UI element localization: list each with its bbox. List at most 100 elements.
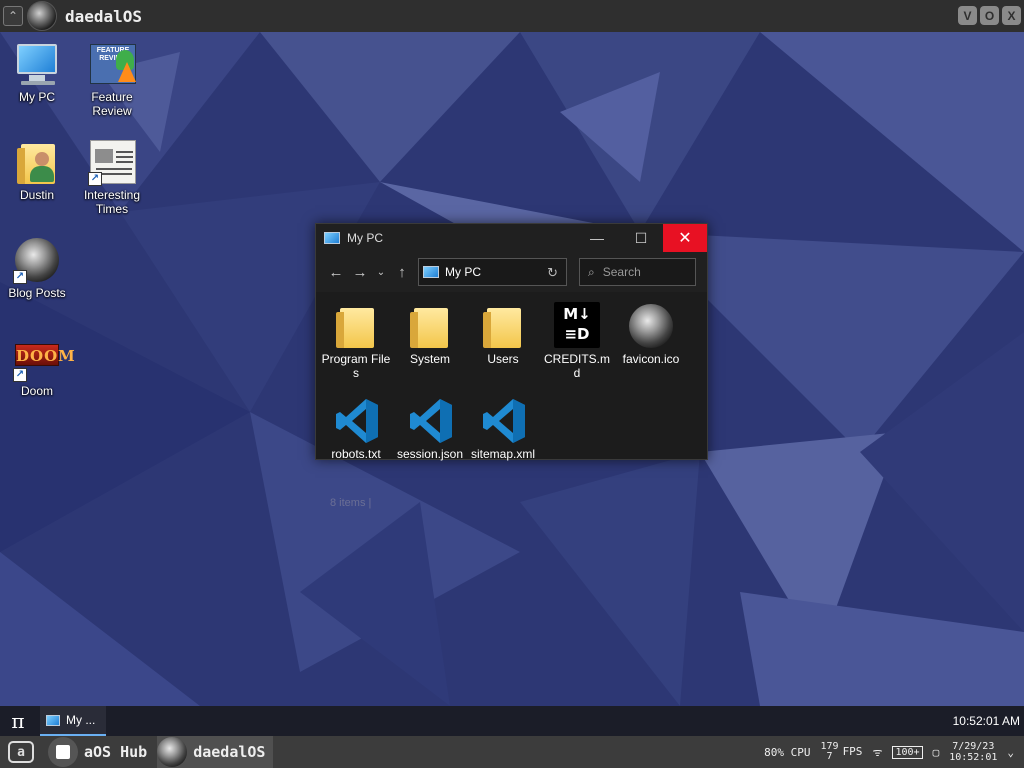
window-controls: — ☐ ✕: [575, 224, 707, 252]
file-item-users[interactable]: Users: [467, 302, 539, 366]
host-tray: 80% CPU 179 7 FPS ᯤ 100+ ▢ 7/29/23 10:52…: [764, 736, 1024, 768]
file-explorer-window[interactable]: My PC — ☐ ✕ ← → ⌄ ↑ My PC ↻ ⌕ Search Pro…: [315, 223, 708, 461]
shortcut-arrow-icon: ↗: [13, 270, 27, 284]
desktop-icon-label: Feature Review: [91, 90, 133, 118]
host-time: 10:52:01: [949, 752, 998, 763]
file-item-robots[interactable]: robots.txt: [320, 397, 392, 461]
brain-icon: ↗: [13, 236, 61, 284]
maximize-button[interactable]: ☐: [619, 224, 663, 252]
desktop-icon-label: Dustin: [19, 188, 54, 202]
address-bar[interactable]: My PC ↻: [418, 258, 567, 286]
folder-icon: [406, 302, 454, 350]
desktop-icon-label: Doom: [20, 384, 53, 398]
host-title: daedalOS: [65, 6, 143, 26]
host-bottom-bar: a aOS Hub daedalOS 80% CPU 179 7 FPS ᯤ 1…: [0, 736, 1024, 768]
newspaper-thumbnail-icon: ↗: [88, 138, 136, 186]
file-name: System: [409, 352, 450, 366]
aos-hub-icon: [48, 737, 78, 767]
collapse-up-icon[interactable]: ⌃: [3, 6, 23, 26]
file-item-favicon[interactable]: favicon.ico: [615, 302, 687, 366]
taskbar: π My ... 10:52:01 AM: [0, 706, 1024, 736]
shortcut-arrow-icon: ↗: [13, 368, 27, 382]
host-minimize-button[interactable]: V: [958, 6, 977, 25]
taskbar-clock[interactable]: 10:52:01 AM: [953, 714, 1020, 728]
host-app-name: aOS Hub: [84, 743, 148, 761]
start-button[interactable]: π: [0, 706, 36, 736]
file-item-sitemap[interactable]: sitemap.xml: [467, 397, 539, 461]
taskbar-entry-my-pc[interactable]: My ...: [40, 706, 106, 736]
daedalos-logo-icon: [27, 1, 57, 31]
menu-chevron-icon[interactable]: ⌄: [1007, 746, 1014, 759]
back-button[interactable]: ←: [324, 264, 348, 281]
host-date: 7/29/23: [952, 741, 995, 752]
file-item-credits[interactable]: M↓ ≡D CREDITS.md: [541, 302, 613, 380]
file-name: robots.txt: [331, 447, 381, 461]
file-name: favicon.ico: [622, 352, 680, 366]
desktop-icon-dustin[interactable]: Dustin: [1, 138, 73, 202]
host-app-aos-hub[interactable]: aOS Hub: [48, 736, 147, 768]
search-input[interactable]: ⌕ Search: [579, 258, 696, 286]
desktop-icon-feature-review[interactable]: FEATURE REVIEW Feature Review: [76, 40, 148, 118]
forward-button[interactable]: →: [348, 264, 372, 281]
host-clock[interactable]: 7/29/23 10:52:01: [949, 741, 997, 763]
vscode-icon: [406, 397, 454, 445]
desktop-icon-doom[interactable]: DOOM ↗ Doom: [1, 334, 75, 398]
fps-value-bottom: 7: [826, 751, 833, 762]
markdown-icon: M↓ ≡D: [553, 302, 601, 350]
minimize-button[interactable]: —: [575, 224, 619, 252]
refresh-icon[interactable]: ↻: [547, 265, 558, 281]
doom-logo-icon: DOOM ↗: [13, 334, 75, 382]
file-item-program-files[interactable]: Program Files: [320, 302, 392, 380]
host-titlebar: ⌃ daedalOS V O X: [0, 0, 1024, 32]
desktop-icon-my-pc[interactable]: My PC: [1, 40, 73, 104]
up-button[interactable]: ↑: [390, 264, 414, 281]
file-item-system[interactable]: System: [394, 302, 466, 366]
window-titlebar[interactable]: My PC — ☐ ✕: [316, 224, 707, 252]
folder-icon: [479, 302, 527, 350]
file-name: session.json: [396, 447, 464, 461]
feature-review-thumbnail-icon: FEATURE REVIEW: [88, 40, 136, 88]
battery-icon[interactable]: 100+: [892, 745, 923, 759]
fps-label: FPS: [842, 745, 863, 758]
computer-icon: [423, 266, 439, 278]
host-app-daedalos[interactable]: daedalOS: [157, 736, 274, 768]
chat-icon[interactable]: ▢: [933, 746, 940, 759]
file-name: CREDITS.md: [544, 352, 610, 380]
shortcut-arrow-icon: ↗: [88, 172, 102, 186]
computer-icon: [13, 40, 61, 88]
taskbar-entry-label: My ...: [66, 713, 96, 727]
desktop-icon-interesting-times[interactable]: ↗ Interesting Times: [76, 138, 148, 216]
cpu-readout: 80% CPU: [764, 745, 811, 759]
computer-icon: [324, 232, 340, 244]
file-name: Program Files: [321, 352, 391, 380]
fps-readout: 179 7 FPS: [821, 742, 863, 762]
aos-logo-button[interactable]: a: [8, 741, 34, 763]
file-item-session[interactable]: session.json: [394, 397, 466, 461]
brain-icon: [627, 302, 675, 350]
window-title: My PC: [347, 231, 383, 245]
host-window-controls: V O X: [958, 6, 1021, 25]
daedalos-logo-icon: [157, 737, 188, 767]
search-icon: ⌕: [588, 264, 595, 279]
vscode-icon: [479, 397, 527, 445]
search-placeholder: Search: [602, 265, 641, 279]
folder-icon: [332, 302, 380, 350]
vscode-icon: [332, 397, 380, 445]
wifi-icon[interactable]: ᯤ: [872, 745, 882, 760]
navigation-bar: ← → ⌄ ↑ My PC ↻ ⌕ Search: [316, 252, 707, 292]
host-close-button[interactable]: X: [1002, 6, 1021, 25]
close-button[interactable]: ✕: [663, 224, 707, 252]
host-app-name: daedalOS: [193, 743, 266, 761]
address-text: My PC: [445, 265, 481, 279]
desktop-icon-blog-posts[interactable]: ↗ Blog Posts: [1, 236, 73, 300]
desktop-icon-label: Interesting Times: [83, 188, 141, 216]
computer-icon: [46, 714, 60, 726]
user-folder-icon: [13, 138, 61, 186]
file-list: Program Files System Users M↓ ≡D CREDITS.…: [316, 292, 707, 461]
file-name: Users: [487, 352, 519, 366]
desktop-icon-label: My PC: [19, 90, 55, 104]
host-maximize-button[interactable]: O: [980, 6, 999, 25]
recent-locations-button[interactable]: ⌄: [372, 267, 390, 278]
status-bar-text: 8 items |: [330, 497, 372, 509]
desktop-icon-label: Blog Posts: [8, 286, 66, 300]
